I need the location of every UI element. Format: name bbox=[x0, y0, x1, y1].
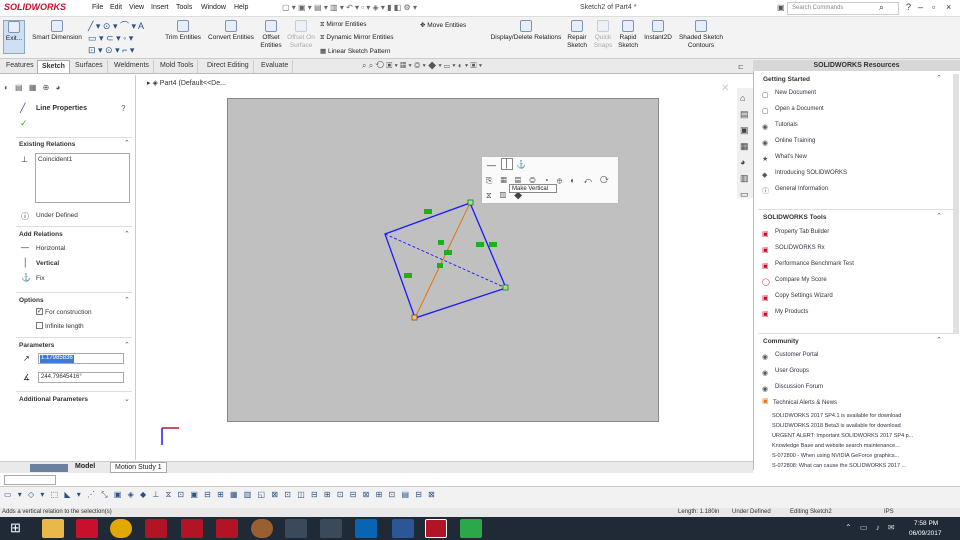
getting-started-header[interactable]: Getting Started bbox=[763, 76, 810, 83]
make-vertical-icon[interactable]: │ bbox=[501, 158, 513, 170]
link-compare-score[interactable]: Compare My Score bbox=[775, 277, 827, 283]
task-pane-title: SOLIDWORKS Resources bbox=[753, 60, 960, 71]
camtasia-icon[interactable] bbox=[460, 519, 482, 538]
media-player-icon[interactable] bbox=[76, 519, 98, 538]
link-user-groups[interactable]: User Groups bbox=[775, 368, 809, 374]
link-benchmark[interactable]: Performance Benchmark Test bbox=[775, 261, 854, 267]
clock-date[interactable]: 06/09/2017 bbox=[909, 530, 942, 537]
link-new-document[interactable]: New Document bbox=[775, 90, 816, 96]
solidworks-2015-icon[interactable] bbox=[145, 519, 167, 538]
link-my-products[interactable]: My Products bbox=[775, 309, 808, 315]
link-tutorials[interactable]: Tutorials bbox=[775, 122, 798, 128]
link-online-training[interactable]: Online Training bbox=[775, 138, 815, 144]
app-icon[interactable] bbox=[251, 519, 273, 538]
tab-scroll-arrows[interactable] bbox=[30, 464, 68, 472]
news-item[interactable]: S-072808: What can cause the SOLIDWORKS … bbox=[772, 463, 906, 469]
task-pane-tabs[interactable]: ⌂ ▤ ▣ ▦ ◕ ▥ ▭ bbox=[737, 88, 753, 199]
link-solidworks-rx[interactable]: SOLIDWORKS Rx bbox=[775, 245, 825, 251]
link-general-information[interactable]: General Information bbox=[775, 186, 828, 192]
solidworks-tools-header[interactable]: SOLIDWORKS Tools bbox=[763, 214, 826, 221]
sketch-tools-row[interactable]: ▭ ▾ ◇ ▾ ⬚ ◣ ▾ ⋰ ⤡ ▣ ◈ ◆ ⊥ ⧖ ⊡ ▣ ⊟ ⊞ ▦ ▥ … bbox=[4, 490, 437, 500]
collapse-icon[interactable]: ⌃ bbox=[936, 336, 942, 344]
relation-glyph[interactable] bbox=[476, 242, 484, 247]
windows-start-icon[interactable]: ⊞ bbox=[10, 520, 21, 536]
construction-diagonal-1[interactable] bbox=[384, 233, 507, 289]
collapse-icon[interactable]: ⌃ bbox=[936, 74, 942, 82]
news-item[interactable]: Knowledge Base and website search mainte… bbox=[772, 443, 900, 449]
news-item[interactable]: SOLIDWORKS 2017 SP4.1 is available for d… bbox=[772, 413, 901, 419]
selection-filter-dropdown[interactable] bbox=[4, 475, 56, 485]
getting-started-icons: ▢ ▢ ◉ ◉ ★ ◆ ⓘ bbox=[762, 92, 769, 195]
community-icons: ◉ ◉ ◉ bbox=[762, 354, 769, 393]
technical-alerts-link[interactable]: Technical Alerts & News bbox=[773, 400, 837, 406]
relation-glyph[interactable] bbox=[404, 273, 412, 278]
pin-icon[interactable]: ⊏ bbox=[738, 63, 744, 71]
solidworks-active-icon[interactable] bbox=[425, 519, 447, 538]
collapse-icon[interactable]: ⌃ bbox=[936, 212, 942, 220]
link-discussion-forum[interactable]: Discussion Forum bbox=[775, 384, 823, 390]
relation-glyph[interactable] bbox=[438, 240, 444, 245]
outlook-icon[interactable] bbox=[355, 519, 377, 538]
solidworks-2017-icon[interactable] bbox=[216, 519, 238, 538]
news-item[interactable]: SOLIDWORKS 2018 Beta3 is available for d… bbox=[772, 423, 901, 429]
status-hint: Adds a vertical relation to the selectio… bbox=[2, 509, 112, 515]
tools-icons: ▣ ▣ ▣ ◯ ▣ ▣ bbox=[762, 231, 770, 318]
chrome-icon[interactable] bbox=[110, 519, 132, 538]
relation-glyph[interactable] bbox=[444, 250, 452, 255]
tooltip: Make Vertical bbox=[509, 184, 557, 193]
system-tray-icons[interactable]: ⌃ ▭ ♪ ✉ bbox=[845, 523, 898, 532]
sketch-rectangle[interactable] bbox=[384, 202, 507, 319]
link-copy-settings[interactable]: Copy Settings Wizard bbox=[775, 293, 833, 299]
sketch-point[interactable] bbox=[467, 199, 474, 206]
sketch-toolbar: ▭ ▾ ◇ ▾ ⬚ ◣ ▾ ⋰ ⤡ ▣ ◈ ◆ ⊥ ⧖ ⊡ ▣ ⊟ ⊞ ▦ ▥ … bbox=[0, 475, 960, 508]
divider bbox=[758, 209, 956, 210]
link-introducing[interactable]: Introducing SOLIDWORKS bbox=[775, 170, 847, 176]
status-bar: Adds a vertical relation to the selectio… bbox=[0, 508, 960, 517]
solidworks-2016-icon[interactable] bbox=[181, 519, 203, 538]
status-defined: Under Defined bbox=[732, 509, 771, 515]
app-icon[interactable] bbox=[320, 519, 342, 538]
sketch-point[interactable] bbox=[502, 284, 509, 291]
fix-icon[interactable]: ⚓ bbox=[516, 160, 526, 169]
community-header[interactable]: Community bbox=[763, 338, 799, 345]
horizontal-icon[interactable]: — bbox=[487, 160, 496, 170]
link-open-document[interactable]: Open a Document bbox=[775, 106, 824, 112]
news-item[interactable]: URGENT ALERT: Important SOLIDWORKS 2017 … bbox=[772, 433, 913, 439]
tab-model[interactable]: Model bbox=[75, 463, 95, 470]
status-length: Length: 1.180in bbox=[678, 509, 720, 515]
news-item[interactable]: S-072800 - When using NVIDIA GeForce gra… bbox=[772, 453, 899, 459]
status-units[interactable]: IPS bbox=[884, 509, 894, 515]
sketch-point[interactable] bbox=[411, 314, 418, 321]
relation-glyph[interactable] bbox=[489, 242, 497, 247]
link-customer-portal[interactable]: Customer Portal bbox=[775, 352, 818, 358]
model-tabs-bar: Model Motion Study 1 bbox=[0, 461, 753, 473]
app-icon[interactable] bbox=[285, 519, 307, 538]
task-pane-icons[interactable]: ⌂ ▤ ▣ ▦ ◕ ▥ ▭ bbox=[740, 90, 749, 202]
word-icon[interactable] bbox=[392, 519, 414, 538]
link-whats-new[interactable]: What's New bbox=[775, 154, 807, 160]
link-property-tab-builder[interactable]: Property Tab Builder bbox=[775, 229, 829, 235]
rss-icon: ▣ bbox=[762, 398, 769, 405]
clock-time[interactable]: 7:58 PM bbox=[914, 520, 938, 527]
context-toolbar[interactable]: — │ ⚓ ⎘ ▦ ▤ ◎ ◔ ⊕ ◐ ↶ ⟳ ⧖ ▧ ◆ bbox=[481, 156, 619, 204]
relation-glyph[interactable] bbox=[437, 263, 443, 268]
task-pane-scrollbar[interactable] bbox=[953, 74, 959, 334]
divider bbox=[758, 333, 956, 334]
tab-motion-study[interactable]: Motion Study 1 bbox=[110, 462, 167, 473]
task-pane: Getting Started ⌃ New Document Open a Do… bbox=[753, 60, 960, 470]
file-explorer-icon[interactable] bbox=[42, 519, 64, 538]
status-editing: Editing Sketch2 bbox=[790, 509, 832, 515]
relation-glyph[interactable] bbox=[424, 209, 432, 214]
